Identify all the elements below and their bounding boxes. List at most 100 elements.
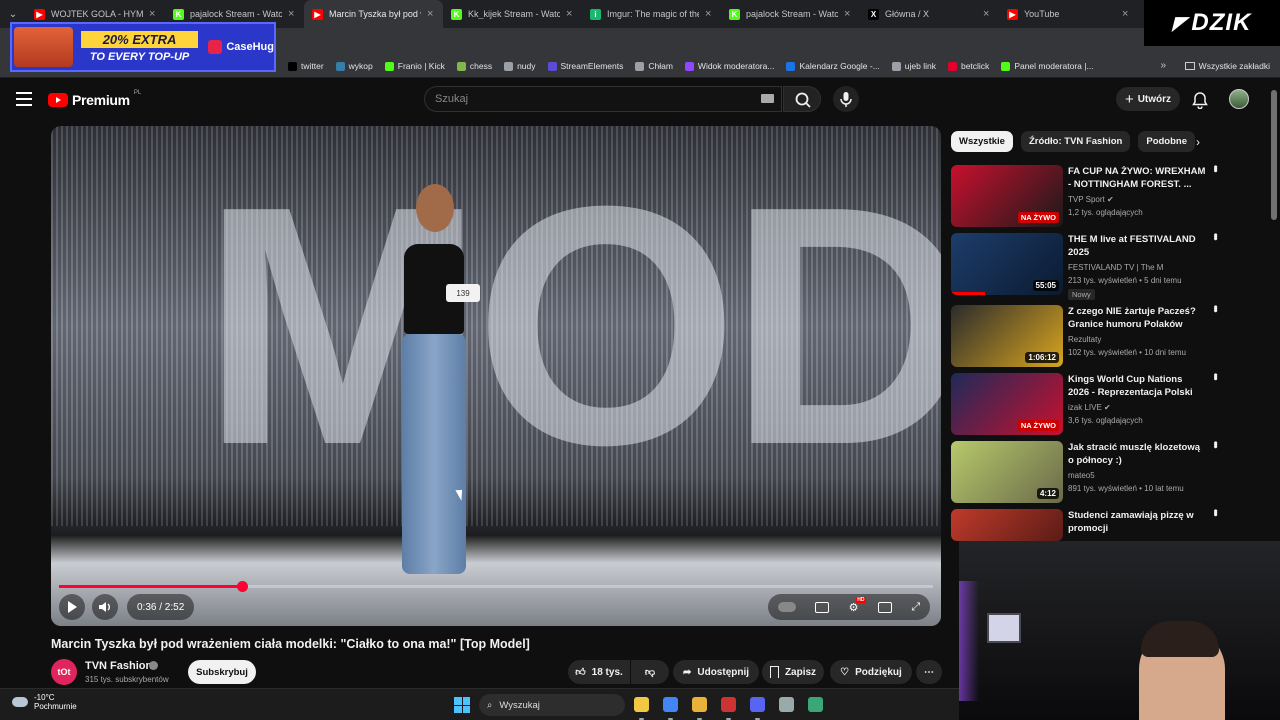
video-player[interactable]: MOD 139 0:36 / 2:52 ⚙ HD ⤢ (51, 126, 941, 626)
recommendation-channel[interactable]: TVP Sport ✔ (1068, 195, 1114, 204)
fullscreen-icon[interactable]: ⤢ (911, 601, 920, 614)
close-tab-icon[interactable]: × (844, 8, 854, 20)
search-input[interactable]: Szukaj (424, 86, 782, 112)
more-vert-icon[interactable]: ••• (1209, 305, 1221, 311)
video-thumbnail[interactable]: 55:05 (951, 233, 1063, 295)
bookmark-item[interactable]: nudy (504, 61, 536, 71)
close-tab-icon[interactable]: × (288, 8, 298, 20)
scrubber-handle[interactable] (236, 581, 248, 592)
filter-chip[interactable]: Źródło: TVN Fashion (1020, 131, 1131, 152)
bookmark-item[interactable]: wykop (335, 61, 373, 71)
youtube-premium-logo[interactable]: Premium PL (48, 90, 141, 108)
recommendation-title[interactable]: Z czego NIE żartuje Pacześ? Granice humo… (1068, 306, 1206, 331)
close-tab-icon[interactable]: × (427, 8, 437, 20)
bookmarks-overflow-button[interactable]: » (1160, 60, 1166, 71)
chevron-right-icon[interactable]: › (1196, 135, 1200, 149)
keyboard-icon[interactable] (761, 94, 774, 103)
autoplay-toggle-icon[interactable] (777, 602, 796, 612)
miniplayer-icon[interactable] (877, 601, 892, 613)
play-button[interactable] (59, 594, 85, 620)
bookmark-item[interactable]: Kalendarz Google -... (786, 61, 880, 71)
thanks-button[interactable]: ♡ Podziękuj (830, 660, 912, 684)
browser-tab[interactable]: i Imgur: The magic of the I × (582, 0, 721, 28)
video-thumbnail[interactable] (951, 509, 1063, 541)
bookmark-item[interactable]: StreamElements (547, 61, 623, 71)
chrome-icon[interactable] (663, 697, 678, 712)
subtitles-icon[interactable] (815, 601, 830, 613)
channel-name[interactable]: TVN Fashion (85, 660, 152, 672)
bookmark-item[interactable]: Franio | Kick (384, 61, 445, 71)
close-tab-icon[interactable]: × (705, 8, 715, 20)
notepad-icon[interactable] (808, 697, 823, 712)
bookmark-item[interactable]: Panel moderatora |... (1001, 61, 1094, 71)
create-button[interactable]: + Utwórz (1116, 87, 1180, 111)
recommended-video[interactable]: 1:06:12 Z czego NIE żartuje Pacześ? Grani… (951, 305, 1251, 367)
progress-bar[interactable] (59, 581, 933, 592)
video-thumbnail[interactable]: 1:06:12 (951, 305, 1063, 367)
share-button[interactable]: ➦ Udostępnij (673, 660, 759, 684)
bookmark-item[interactable]: betclick (947, 61, 989, 71)
browser-tab[interactable]: X Główna / X × (860, 0, 999, 28)
recommended-video[interactable]: 55:05 THE M live at FESTIVALAND 2025 FESTI… (951, 233, 1251, 300)
video-thumbnail[interactable]: 4:12 (951, 441, 1063, 503)
close-tab-icon[interactable]: × (1122, 8, 1132, 20)
video-thumbnail[interactable]: NA ŻYWO (951, 165, 1063, 227)
recommendation-channel[interactable]: mateo5 (1068, 471, 1095, 480)
close-tab-icon[interactable]: × (566, 8, 576, 20)
recommendation-title[interactable]: Studenci zamawiają pizzę w promocji (1068, 510, 1206, 535)
close-tab-icon[interactable]: × (149, 8, 159, 20)
discord-icon[interactable] (750, 697, 765, 712)
close-tab-icon[interactable]: × (983, 8, 993, 20)
recommendation-title[interactable]: Jak stracić muszlę klozetową o północy :… (1068, 442, 1206, 467)
notifications-bell-icon[interactable] (1192, 91, 1208, 114)
recommended-video[interactable]: Studenci zamawiają pizzę w promocji ••• (951, 509, 1251, 541)
hamburger-menu-icon[interactable] (16, 92, 32, 106)
bookmark-item[interactable]: Widok moderatora... (684, 61, 774, 71)
browser-tab[interactable]: ▶ Marcin Tyszka był pod wr × (304, 0, 443, 28)
app-3-icon[interactable] (692, 697, 707, 712)
more-vert-icon[interactable]: ••• (1209, 233, 1221, 239)
channel-avatar[interactable]: tOt (51, 659, 77, 685)
dislike-button[interactable]: 👎︎ (631, 660, 669, 684)
filter-chip[interactable]: Podobne (1138, 131, 1195, 152)
settings-icon[interactable] (779, 697, 794, 712)
recommended-video[interactable]: NA ŻYWO Kings World Cup Nations 2026 - Re… (951, 373, 1251, 435)
more-actions-button[interactable]: ⋯ (916, 660, 942, 684)
taskbar-search[interactable]: ⌕ Wyszukaj (479, 694, 625, 716)
recommendation-title[interactable]: FA CUP NA ŻYWO: WREXHAM - NOTTINGHAM FOR… (1068, 166, 1206, 191)
page-scrollbar[interactable] (1271, 90, 1277, 220)
bookmark-item[interactable]: twitter (288, 61, 324, 71)
recommended-video[interactable]: NA ŻYWO FA CUP NA ŻYWO: WREXHAM - NOTTING… (951, 165, 1251, 227)
subscribe-button[interactable]: Subskrybuj (188, 660, 256, 684)
recommendation-title[interactable]: Kings World Cup Nations 2026 - Reprezent… (1068, 374, 1206, 400)
filter-chip[interactable]: Wszystkie (951, 131, 1013, 152)
browser-tab[interactable]: Kpajalock Stream - Watch L × (721, 0, 860, 28)
recommendation-title[interactable]: THE M live at FESTIVALAND 2025 (1068, 234, 1206, 259)
recommendation-channel[interactable]: izak LIVE ✔ (1068, 403, 1111, 412)
app-4-icon[interactable] (721, 697, 736, 712)
recommendation-channel[interactable]: FESTIVALAND TV | The M (1068, 263, 1163, 272)
more-vert-icon[interactable]: ••• (1209, 373, 1221, 379)
more-vert-icon[interactable]: ••• (1209, 509, 1221, 515)
search-button[interactable] (783, 86, 821, 112)
bookmark-item[interactable]: ujeb link (891, 61, 936, 71)
bookmark-item[interactable]: Chłam (635, 61, 673, 71)
video-thumbnail[interactable]: NA ŻYWO (951, 373, 1063, 435)
browser-tab[interactable]: K Kk_kijek Stream - Watch L × (443, 0, 582, 28)
all-bookmarks-button[interactable]: Wszystkie zakładki (1184, 61, 1270, 71)
browser-tab[interactable]: ▶ YouTube × (999, 0, 1138, 28)
volume-button[interactable] (92, 594, 118, 620)
like-button[interactable]: 👍︎ 18 tys. (568, 660, 630, 684)
weather-widget[interactable]: -10°C Pochmurnie (12, 693, 77, 711)
recommended-video[interactable]: 4:12 Jak stracić muszlę klozetową o półno… (951, 441, 1251, 503)
voice-search-button[interactable] (833, 86, 859, 112)
save-button[interactable]: Zapisz (762, 660, 824, 684)
account-avatar[interactable] (1229, 89, 1249, 109)
explorer-icon[interactable] (634, 697, 649, 712)
windows-start-icon[interactable] (454, 697, 470, 713)
recommendation-channel[interactable]: Rezultaty (1068, 335, 1101, 344)
settings-gear-icon[interactable]: ⚙ HD (849, 596, 866, 614)
more-vert-icon[interactable]: ••• (1209, 165, 1221, 171)
more-vert-icon[interactable]: ••• (1209, 441, 1221, 447)
bookmark-item[interactable]: chess (456, 61, 492, 71)
